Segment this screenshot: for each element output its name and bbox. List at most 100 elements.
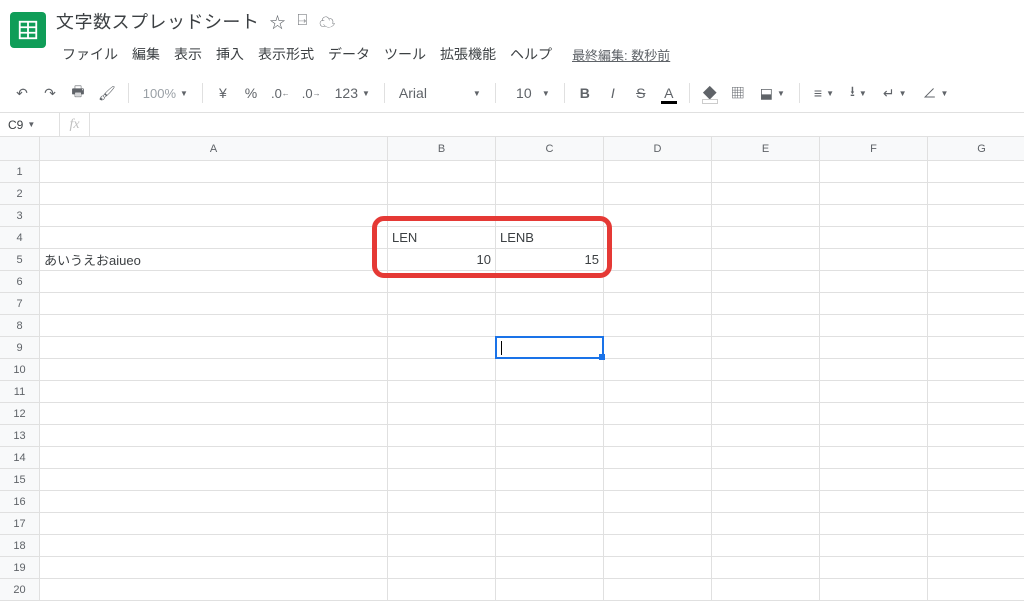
cell-G8[interactable]: [928, 315, 1024, 336]
italic-button[interactable]: I: [601, 80, 625, 106]
wrap-button[interactable]: ↵▼: [877, 80, 913, 106]
cell-D9[interactable]: [604, 337, 712, 358]
row-header-18[interactable]: 18: [0, 535, 40, 556]
cell-E5[interactable]: [712, 249, 820, 270]
col-header-A[interactable]: A: [40, 137, 388, 160]
cell-D13[interactable]: [604, 425, 712, 446]
cell-C1[interactable]: [496, 161, 604, 182]
cell-E3[interactable]: [712, 205, 820, 226]
row-header-6[interactable]: 6: [0, 271, 40, 292]
cell-C12[interactable]: [496, 403, 604, 424]
cell-D18[interactable]: [604, 535, 712, 556]
cell-G10[interactable]: [928, 359, 1024, 380]
row-header-9[interactable]: 9: [0, 337, 40, 358]
cell-F1[interactable]: [820, 161, 928, 182]
print-button[interactable]: 🖶: [66, 80, 90, 106]
cell-F19[interactable]: [820, 557, 928, 578]
borders-button[interactable]: ▦: [726, 80, 750, 106]
cell-B14[interactable]: [388, 447, 496, 468]
cell-E16[interactable]: [712, 491, 820, 512]
row-header-11[interactable]: 11: [0, 381, 40, 402]
cell-B4[interactable]: LEN: [388, 227, 496, 248]
cell-E13[interactable]: [712, 425, 820, 446]
cell-B1[interactable]: [388, 161, 496, 182]
cell-B5[interactable]: 10: [388, 249, 496, 270]
cell-A13[interactable]: [40, 425, 388, 446]
cell-F9[interactable]: [820, 337, 928, 358]
menu-file[interactable]: ファイル: [56, 40, 124, 68]
cell-B16[interactable]: [388, 491, 496, 512]
cell-E10[interactable]: [712, 359, 820, 380]
cell-F14[interactable]: [820, 447, 928, 468]
percent-button[interactable]: %: [239, 80, 263, 106]
row-header-19[interactable]: 19: [0, 557, 40, 578]
currency-button[interactable]: ¥: [211, 80, 235, 106]
row-header-20[interactable]: 20: [0, 579, 40, 600]
cell-A2[interactable]: [40, 183, 388, 204]
cell-G3[interactable]: [928, 205, 1024, 226]
v-align-button[interactable]: ⭳▼: [844, 80, 873, 106]
cell-G17[interactable]: [928, 513, 1024, 534]
cell-A10[interactable]: [40, 359, 388, 380]
row-header-5[interactable]: 5: [0, 249, 40, 270]
cell-A14[interactable]: [40, 447, 388, 468]
cell-G18[interactable]: [928, 535, 1024, 556]
cell-B13[interactable]: [388, 425, 496, 446]
cell-B3[interactable]: [388, 205, 496, 226]
cell-B11[interactable]: [388, 381, 496, 402]
document-title[interactable]: 文字数スプレッドシート: [56, 8, 260, 34]
cell-G5[interactable]: [928, 249, 1024, 270]
cell-C6[interactable]: [496, 271, 604, 292]
cell-F10[interactable]: [820, 359, 928, 380]
col-header-C[interactable]: C: [496, 137, 604, 160]
menu-edit[interactable]: 編集: [126, 40, 166, 68]
cell-E20[interactable]: [712, 579, 820, 600]
cell-C7[interactable]: [496, 293, 604, 314]
menu-insert[interactable]: 挿入: [210, 40, 250, 68]
cell-F5[interactable]: [820, 249, 928, 270]
merge-cells-button[interactable]: ⬓▼: [754, 80, 791, 106]
row-header-3[interactable]: 3: [0, 205, 40, 226]
cell-D14[interactable]: [604, 447, 712, 468]
cell-C5[interactable]: 15: [496, 249, 604, 270]
h-align-button[interactable]: ≡▼: [808, 80, 840, 106]
cell-G14[interactable]: [928, 447, 1024, 468]
cell-F8[interactable]: [820, 315, 928, 336]
sheets-logo[interactable]: [10, 12, 46, 48]
increase-decimal-button[interactable]: .0→: [298, 80, 325, 106]
row-header-1[interactable]: 1: [0, 161, 40, 182]
menu-help[interactable]: ヘルプ: [504, 40, 558, 68]
cell-B9[interactable]: [388, 337, 496, 358]
cell-A5[interactable]: あいうえおaiueo: [40, 249, 388, 270]
undo-button[interactable]: ↶: [10, 80, 34, 106]
row-header-8[interactable]: 8: [0, 315, 40, 336]
cell-G19[interactable]: [928, 557, 1024, 578]
cell-B19[interactable]: [388, 557, 496, 578]
cell-C20[interactable]: [496, 579, 604, 600]
cell-C4[interactable]: LENB: [496, 227, 604, 248]
cell-G6[interactable]: [928, 271, 1024, 292]
decrease-decimal-button[interactable]: .0←: [267, 80, 294, 106]
col-header-D[interactable]: D: [604, 137, 712, 160]
cell-G2[interactable]: [928, 183, 1024, 204]
cell-B12[interactable]: [388, 403, 496, 424]
cell-D8[interactable]: [604, 315, 712, 336]
cell-C11[interactable]: [496, 381, 604, 402]
last-edit-link[interactable]: 最終編集: 数秒前: [572, 45, 670, 64]
cell-C9[interactable]: [496, 337, 604, 358]
cell-A15[interactable]: [40, 469, 388, 490]
cell-D17[interactable]: [604, 513, 712, 534]
cell-A12[interactable]: [40, 403, 388, 424]
cell-A16[interactable]: [40, 491, 388, 512]
spreadsheet-grid[interactable]: A B C D E F G 1234LENLENB5あいうえおaiueo1015…: [0, 137, 1024, 601]
row-header-10[interactable]: 10: [0, 359, 40, 380]
col-header-E[interactable]: E: [712, 137, 820, 160]
col-header-B[interactable]: B: [388, 137, 496, 160]
cell-A4[interactable]: [40, 227, 388, 248]
cell-B17[interactable]: [388, 513, 496, 534]
cell-F2[interactable]: [820, 183, 928, 204]
cell-B18[interactable]: [388, 535, 496, 556]
cell-F11[interactable]: [820, 381, 928, 402]
cell-F15[interactable]: [820, 469, 928, 490]
cell-E7[interactable]: [712, 293, 820, 314]
